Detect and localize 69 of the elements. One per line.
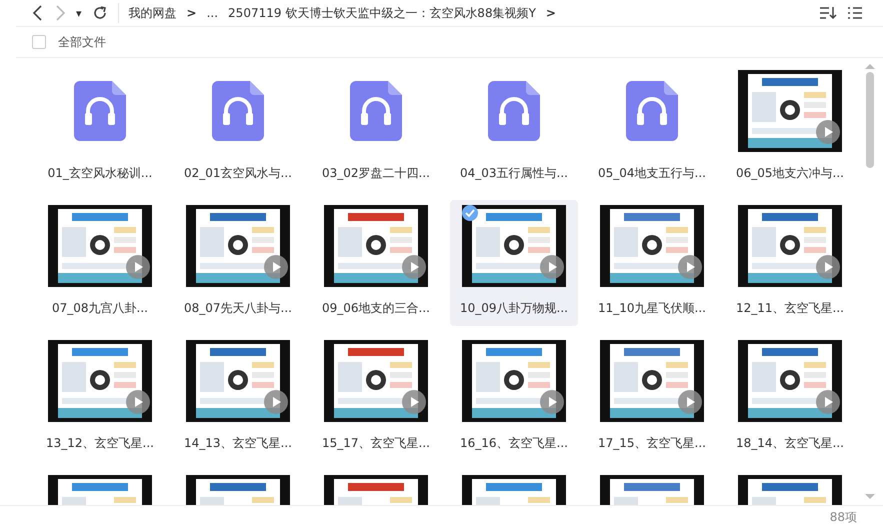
- breadcrumb-item[interactable]: 我的网盘: [128, 4, 177, 22]
- play-icon[interactable]: [678, 255, 702, 279]
- play-icon[interactable]: [816, 255, 840, 279]
- file-item[interactable]: 04_03五行属性与...: [450, 65, 578, 191]
- file-item[interactable]: 13_12、玄空飞星...: [36, 335, 164, 461]
- play-icon[interactable]: [402, 390, 426, 414]
- file-name: 04_03五行属性与...: [460, 165, 568, 182]
- file-name: 13_12、玄空飞星...: [46, 435, 154, 452]
- audio-file-icon: [350, 81, 402, 141]
- breadcrumb-item[interactable]: ...: [206, 6, 218, 20]
- play-icon[interactable]: [264, 255, 288, 279]
- file-name: 05_04地支五行与...: [598, 165, 706, 182]
- play-icon[interactable]: [678, 390, 702, 414]
- file-name: 12_11、玄空飞星...: [736, 300, 844, 317]
- file-name: 16_16、玄空飞星...: [460, 435, 568, 452]
- file-name: 09_06地支的三合...: [322, 300, 430, 317]
- audio-file-icon: [626, 81, 678, 141]
- breadcrumb-separator: >: [186, 6, 197, 20]
- audio-file-icon: [212, 81, 264, 141]
- file-item[interactable]: 10_09八卦万物规...: [450, 200, 578, 326]
- back-icon[interactable]: [32, 5, 44, 21]
- play-icon[interactable]: [264, 390, 288, 414]
- file-item[interactable]: 15_17、玄空飞星...: [312, 335, 440, 461]
- file-name: 14_13、玄空飞星...: [184, 435, 292, 452]
- list-view-icon[interactable]: [847, 5, 863, 21]
- play-icon[interactable]: [126, 390, 150, 414]
- all-files-label: 全部文件: [58, 34, 106, 50]
- play-icon[interactable]: [126, 255, 150, 279]
- file-name: 07_08九宫八卦...: [52, 300, 148, 317]
- select-all-checkbox[interactable]: [32, 35, 46, 49]
- file-name: 06_05地支六冲与...: [736, 165, 844, 182]
- file-item[interactable]: 14_13、玄空飞星...: [174, 335, 302, 461]
- file-name: 11_10九星飞伏顺...: [598, 300, 706, 317]
- file-item[interactable]: 16_16、玄空飞星...: [450, 335, 578, 461]
- history-dropdown[interactable]: ▾: [76, 6, 82, 20]
- play-icon[interactable]: [540, 255, 564, 279]
- item-count: 88项: [830, 508, 857, 526]
- file-item[interactable]: 05_04地支五行与...: [588, 65, 716, 191]
- file-item[interactable]: 12_11、玄空飞星...: [726, 200, 854, 326]
- audio-file-icon: [74, 81, 126, 141]
- file-item[interactable]: 11_10九星飞伏顺...: [588, 200, 716, 326]
- sort-icon[interactable]: [819, 5, 837, 21]
- file-name: 08_07先天八卦与...: [184, 300, 292, 317]
- play-icon[interactable]: [816, 120, 840, 144]
- file-item[interactable]: 08_07先天八卦与...: [174, 200, 302, 326]
- file-item[interactable]: 18_14、玄空飞星...: [726, 335, 854, 461]
- checked-icon[interactable]: [462, 205, 478, 221]
- play-icon[interactable]: [402, 255, 426, 279]
- file-name: 02_01玄空风水与...: [184, 165, 292, 182]
- file-name: 01_玄空风水秘训...: [48, 165, 152, 182]
- file-name: 18_14、玄空飞星...: [736, 435, 844, 452]
- play-icon[interactable]: [540, 390, 564, 414]
- file-item[interactable]: 09_06地支的三合...: [312, 200, 440, 326]
- audio-file-icon: [488, 81, 540, 141]
- file-item[interactable]: 03_02罗盘二十四...: [312, 65, 440, 191]
- file-item[interactable]: 06_05地支六冲与...: [726, 65, 854, 191]
- file-name: 03_02罗盘二十四...: [322, 165, 430, 182]
- file-name: 10_09八卦万物规...: [460, 300, 568, 317]
- breadcrumb-separator: >: [546, 6, 556, 20]
- file-name: 15_17、玄空飞星...: [322, 435, 430, 452]
- file-item[interactable]: 02_01玄空风水与...: [174, 65, 302, 191]
- file-name: 17_15、玄空飞星...: [598, 435, 706, 452]
- breadcrumb-item[interactable]: 2507119 钦天博士钦天监中级之一：玄空风水88集视频Y: [228, 4, 536, 22]
- file-item[interactable]: 01_玄空风水秘训...: [36, 65, 164, 191]
- file-item[interactable]: 07_08九宫八卦...: [36, 200, 164, 326]
- refresh-icon[interactable]: [92, 5, 108, 21]
- scrollbar-thumb[interactable]: [866, 72, 874, 168]
- file-item[interactable]: 17_15、玄空飞星...: [588, 335, 716, 461]
- play-icon[interactable]: [816, 390, 840, 414]
